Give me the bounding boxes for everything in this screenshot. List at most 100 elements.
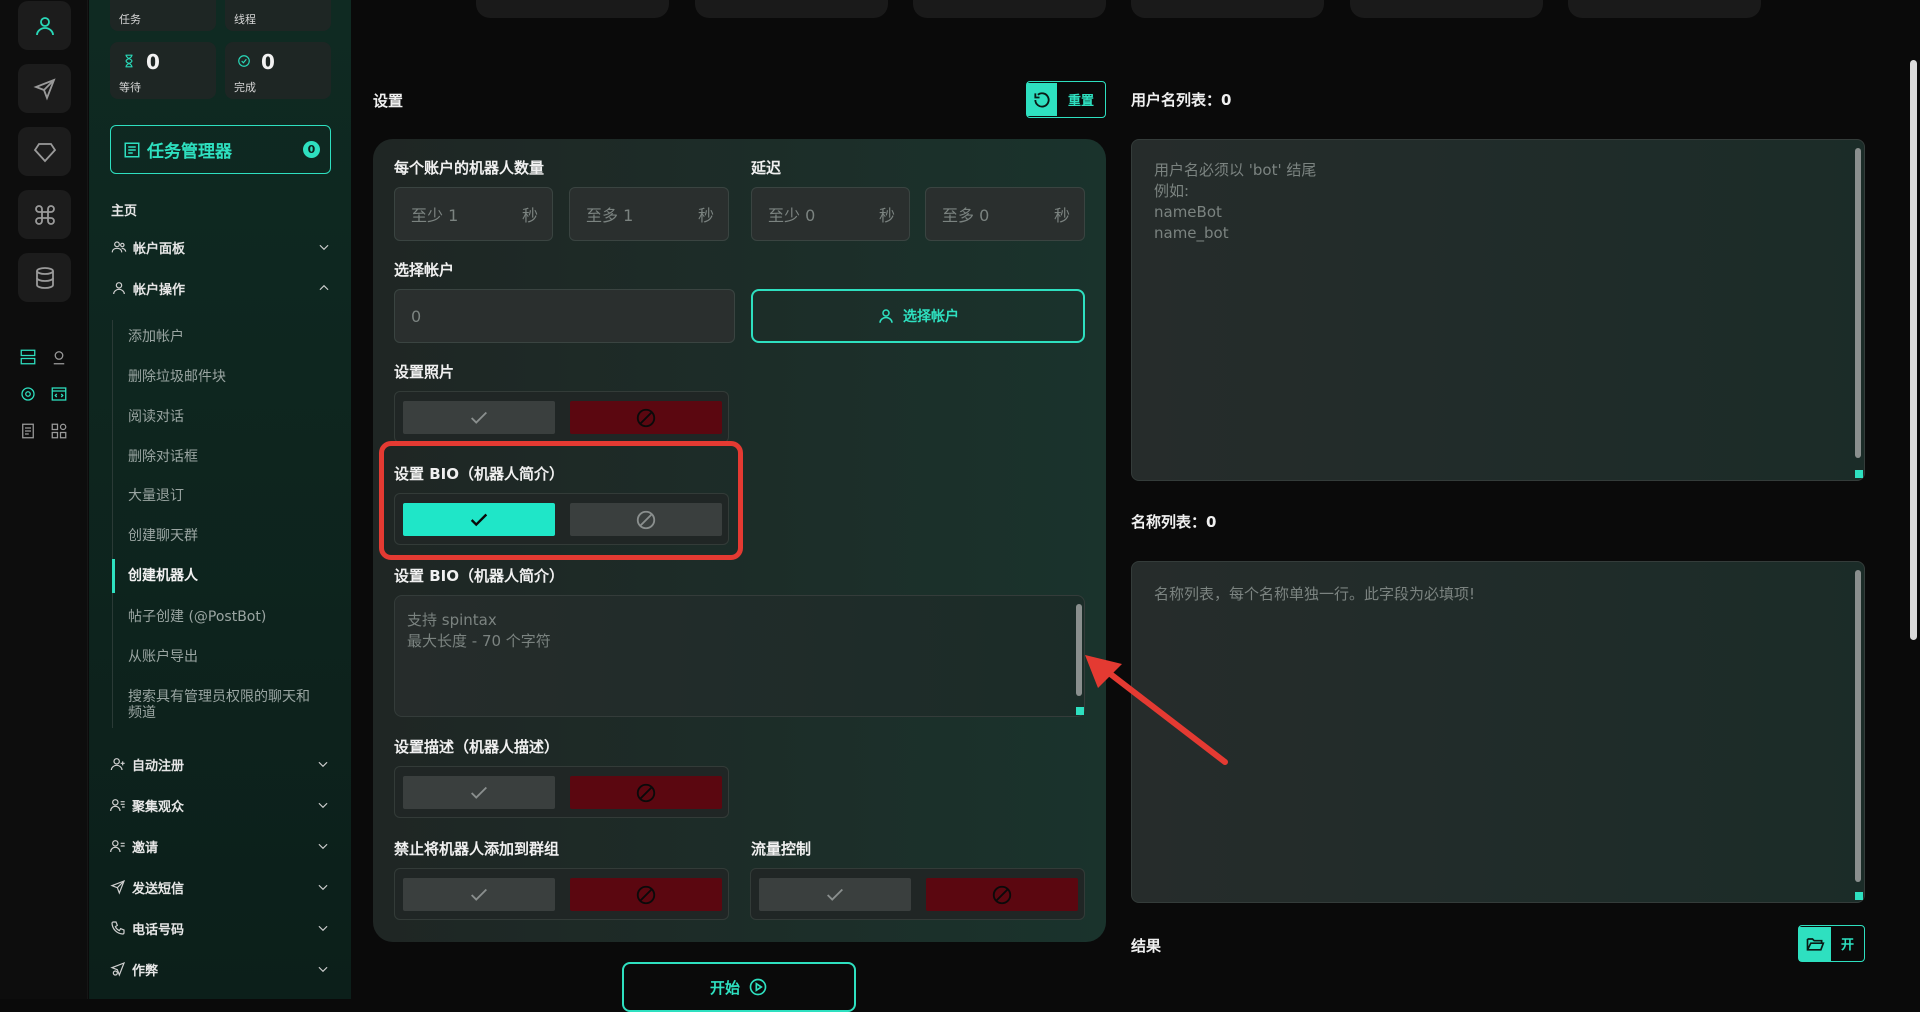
submenu-line	[112, 320, 113, 728]
name-textarea[interactable]: 名称列表，每个名称单独一行。此字段为必填项!	[1131, 561, 1865, 903]
play-circle-icon	[749, 978, 767, 996]
delay-label: 延迟	[751, 159, 782, 177]
username-scrollbar[interactable]	[1855, 148, 1861, 458]
delay-max-input[interactable]: 至多 0 秒	[925, 187, 1085, 241]
select-account-label: 选择帐户	[394, 261, 455, 279]
delay-max-unit: 秒	[1053, 206, 1070, 225]
chevron-down-icon	[319, 244, 329, 251]
user-lines-icon	[110, 840, 125, 853]
document-icon[interactable]	[17, 420, 39, 442]
set-description-no-button[interactable]	[570, 776, 722, 809]
nav-phone-numbers[interactable]: 电话号码	[110, 917, 330, 939]
ban-icon	[636, 408, 656, 427]
settings-title: 设置	[373, 92, 404, 110]
stat-tasks: 任务	[110, 0, 216, 31]
sub-item-read-chats[interactable]: 阅读对话	[128, 409, 318, 425]
open-label: 开	[1840, 938, 1854, 953]
nav-gather-audience[interactable]: 聚集观众	[110, 794, 330, 816]
bio-textarea[interactable]: 支持 spintax 最大长度 - 70 个字符	[394, 595, 1085, 717]
bots-min-input[interactable]: 至少 1 秒	[394, 187, 553, 241]
top-card	[1350, 0, 1543, 18]
apps-icon[interactable]	[48, 420, 70, 442]
gear-icon[interactable]	[17, 383, 39, 405]
sub-item-create-bot[interactable]: 创建机器人	[128, 568, 318, 584]
sub-item-export[interactable]: 从账户导出	[128, 649, 318, 665]
stat-threads: 线程	[225, 0, 331, 31]
set-photo-yes-button[interactable]	[403, 401, 555, 434]
nav-account-ops[interactable]: 帐户操作	[111, 277, 331, 299]
submenu-active-indicator	[112, 559, 115, 593]
select-account-button[interactable]: 选择帐户	[751, 289, 1085, 343]
flow-control-no-button[interactable]	[926, 878, 1078, 911]
annotation-arrow-icon	[1085, 655, 1228, 765]
set-photo-label: 设置照片	[394, 363, 455, 381]
task-list-icon	[124, 142, 140, 157]
sub-item-add-account[interactable]: 添加帐户	[128, 329, 318, 345]
code-window-icon[interactable]	[48, 383, 70, 405]
profile-icon[interactable]	[18, 1, 71, 50]
stat-done: 0 完成	[225, 42, 331, 99]
bio-placeholder-line1: 支持 spintax	[407, 611, 497, 629]
account-input[interactable]: 0	[394, 289, 735, 343]
nav-invite[interactable]: 邀请	[110, 835, 330, 857]
sub-item-admin-search[interactable]: 搜索具有管理员权限的聊天和频道	[128, 689, 318, 721]
sub-item-create-group[interactable]: 创建聊天群	[128, 528, 318, 544]
send-icon[interactable]	[18, 64, 71, 113]
stat-threads-label: 线程	[234, 13, 256, 26]
forbid-groups-yes-button[interactable]	[403, 878, 555, 911]
refresh-icon	[1034, 91, 1050, 108]
set-description-yes-button[interactable]	[403, 776, 555, 809]
user-list-icon	[110, 799, 125, 812]
page-scrollbar[interactable]	[1910, 60, 1917, 640]
bots-per-account-label: 每个账户的机器人数量	[394, 159, 545, 177]
start-button[interactable]: 开始	[622, 962, 856, 1012]
user-icon	[879, 309, 893, 323]
users-icon	[111, 241, 127, 253]
delay-min-input[interactable]: 至少 0 秒	[751, 187, 910, 241]
delay-min-unit: 秒	[878, 206, 895, 225]
name-placeholder: 名称列表，每个名称单独一行。此字段为必填项!	[1154, 585, 1476, 603]
location-icon[interactable]	[48, 346, 70, 368]
sub-item-post-create[interactable]: 帖子创建 (@PostBot)	[128, 609, 318, 625]
set-bio-text-label: 设置 BIO（机器人简介）	[394, 567, 564, 585]
username-resize-handle[interactable]	[1855, 470, 1863, 478]
database-icon[interactable]	[18, 253, 71, 302]
sub-item-delete-dialogs[interactable]: 删除对话框	[128, 449, 318, 465]
phone-icon	[111, 921, 125, 935]
ban-icon	[636, 783, 656, 802]
sub-item-spam-block[interactable]: 删除垃圾邮件块	[128, 369, 318, 385]
server-list-icon[interactable]	[17, 346, 39, 368]
username-textarea[interactable]: 用户名必须以 'bot' 结尾 例如: nameBot name_bot	[1131, 139, 1865, 481]
nav-cheat[interactable]: 作弊	[110, 958, 330, 980]
task-manager-label: 任务管理器	[147, 142, 232, 162]
flow-control-yes-button[interactable]	[759, 878, 911, 911]
nav-auto-register-label: 自动注册	[132, 758, 185, 774]
flow-control-label: 流量控制	[751, 840, 812, 858]
diamond-icon[interactable]	[18, 127, 71, 176]
task-manager-button[interactable]: 任务管理器 0	[110, 125, 331, 174]
bots-max-input[interactable]: 至多 1 秒	[569, 187, 729, 241]
highlight-box	[379, 441, 743, 560]
chevron-down-icon	[318, 802, 328, 809]
name-resize-handle[interactable]	[1855, 892, 1863, 900]
nav-invite-label: 邀请	[132, 840, 159, 856]
command-icon[interactable]	[18, 190, 71, 239]
set-photo-no-button[interactable]	[570, 401, 722, 434]
reset-label: 重置	[1067, 94, 1094, 109]
start-label: 开始	[709, 978, 740, 997]
ban-icon	[636, 885, 656, 904]
nav-send-sms[interactable]: 发送短信	[110, 876, 330, 898]
set-description-label: 设置描述（机器人描述）	[394, 738, 560, 756]
check-icon	[827, 888, 843, 901]
nav-auto-register[interactable]: 自动注册	[110, 753, 330, 775]
reset-button[interactable]: 重置	[1026, 81, 1106, 118]
forbid-groups-toggle	[394, 868, 729, 920]
forbid-groups-no-button[interactable]	[570, 878, 722, 911]
flow-control-toggle	[750, 868, 1085, 920]
nav-account-panel[interactable]: 帐户面板	[111, 236, 331, 258]
sub-item-mass-unsubscribe[interactable]: 大量退订	[128, 488, 318, 504]
open-folder-button[interactable]: 开	[1798, 925, 1865, 962]
name-list-label: 名称列表：0	[1131, 513, 1217, 531]
name-scrollbar[interactable]	[1855, 570, 1861, 882]
stat-done-value: 0	[261, 50, 275, 74]
